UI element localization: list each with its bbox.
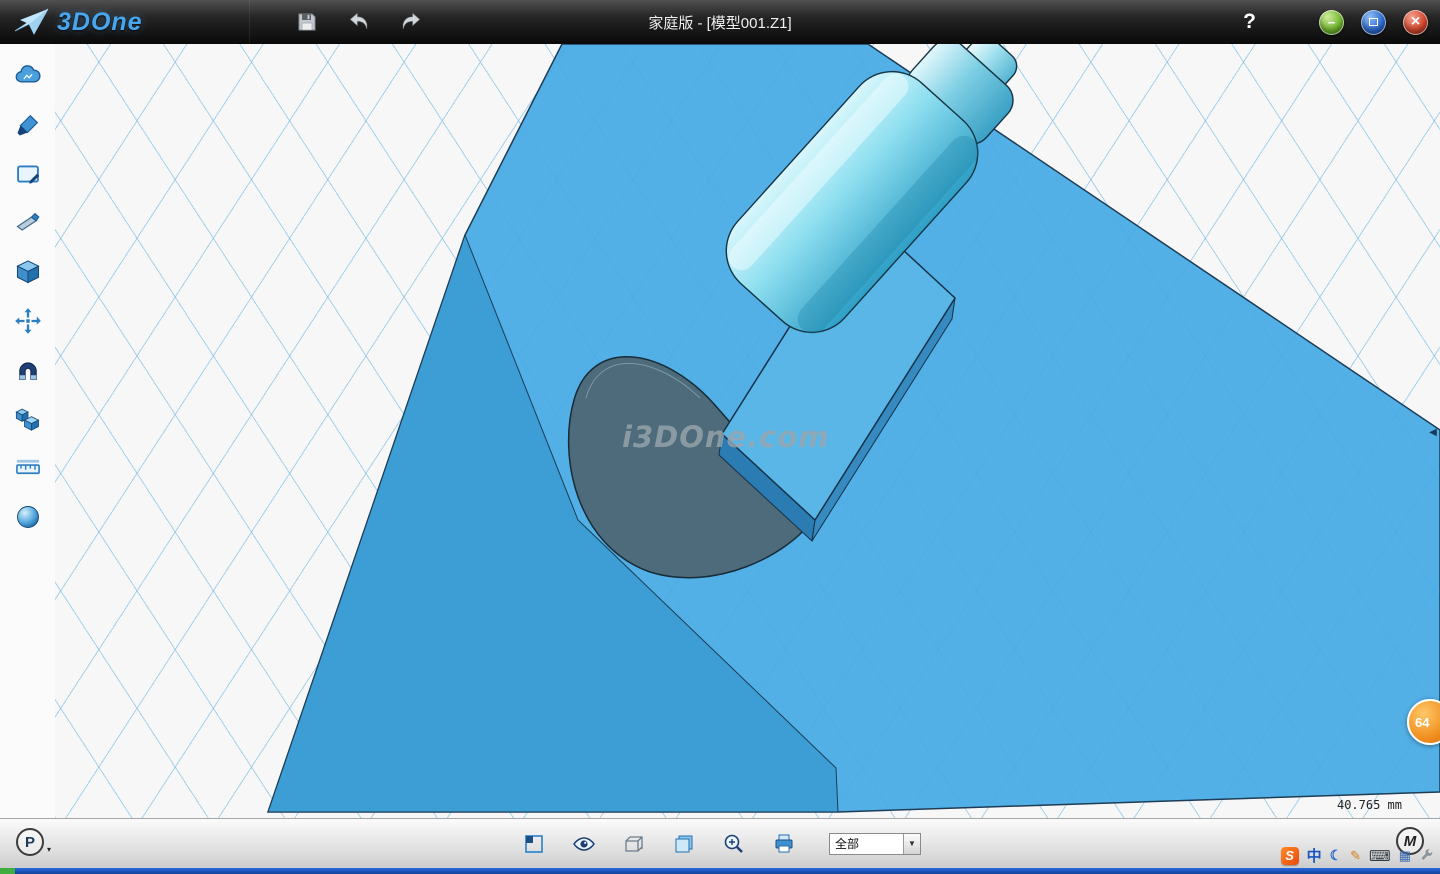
app-logo: 3DOne bbox=[0, 0, 250, 44]
sidebar-tool-render[interactable] bbox=[8, 56, 48, 96]
brush-icon bbox=[14, 111, 42, 139]
sidebar-tool-magnet[interactable] bbox=[8, 350, 48, 390]
solid-cube-icon bbox=[14, 258, 42, 286]
layers-icon bbox=[672, 832, 696, 856]
viewport-3d[interactable]: i3DOne.com 40.765 mm ◀ 64 bbox=[55, 44, 1440, 818]
title-bar: 3DOne bbox=[0, 0, 1440, 44]
sidebar-tool-assembly[interactable] bbox=[8, 399, 48, 439]
sidebar-tool-sphere[interactable] bbox=[8, 497, 48, 537]
sidebar-tool-solid[interactable] bbox=[8, 252, 48, 292]
layers-button[interactable] bbox=[669, 829, 699, 859]
sidebar-tool-sketch[interactable] bbox=[8, 154, 48, 194]
display-cube-icon bbox=[622, 832, 646, 856]
undo-button[interactable] bbox=[344, 7, 374, 37]
taskbar-strip bbox=[0, 868, 1440, 874]
filter-select[interactable]: 全部 ▼ bbox=[829, 833, 921, 855]
minimize-button[interactable]: − bbox=[1319, 10, 1344, 35]
filter-dropdown-caret-icon[interactable]: ▼ bbox=[903, 834, 920, 854]
restore-icon bbox=[1369, 18, 1378, 26]
sidebar-tool-trim[interactable] bbox=[8, 203, 48, 243]
save-icon bbox=[295, 10, 319, 34]
zoom-window-button[interactable] bbox=[719, 829, 749, 859]
sketch-rectangle-icon bbox=[14, 160, 42, 188]
visibility-button[interactable] bbox=[569, 829, 599, 859]
filter-select-value: 全部 bbox=[830, 835, 903, 852]
keyboard-icon[interactable]: ⌨ bbox=[1369, 847, 1391, 865]
view-tools: 全部 ▼ bbox=[519, 829, 921, 859]
ruler-icon bbox=[14, 454, 42, 482]
help-button[interactable]: ? bbox=[1243, 10, 1256, 34]
sphere-icon bbox=[14, 503, 42, 531]
ime-tray: S 中 ☾ ✎ ⌨ ▦ bbox=[1281, 845, 1434, 866]
panel-collapse-arrow-icon[interactable]: ◀ bbox=[1426, 418, 1440, 446]
measurement-readout: 40.765 mm bbox=[1337, 798, 1402, 812]
scene-3d[interactable]: i3DOne.com bbox=[55, 44, 1440, 818]
sogou-input-icon[interactable]: S bbox=[1281, 847, 1299, 865]
bottom-toolbar: P ▾ bbox=[0, 818, 1440, 868]
profile-button-group: P ▾ bbox=[16, 828, 51, 856]
fullwidth-moon-icon[interactable]: ☾ bbox=[1330, 847, 1343, 864]
handwriting-icon[interactable]: ✎ bbox=[1350, 848, 1361, 864]
datum-plane-icon bbox=[522, 832, 546, 856]
p-dropdown-caret-icon[interactable]: ▾ bbox=[47, 845, 51, 856]
datum-plane-button[interactable] bbox=[519, 829, 549, 859]
redo-icon bbox=[399, 10, 423, 34]
paper-plane-icon bbox=[14, 7, 50, 37]
save-button[interactable] bbox=[292, 7, 322, 37]
eye-icon bbox=[572, 832, 596, 856]
restore-button[interactable] bbox=[1361, 10, 1386, 35]
main-area: i3DOne.com 40.765 mm ◀ 64 bbox=[0, 44, 1440, 818]
cloud-icon bbox=[14, 62, 42, 90]
taskbar-blue-segment bbox=[15, 868, 1440, 874]
redo-button[interactable] bbox=[396, 7, 426, 37]
undo-icon bbox=[347, 10, 371, 34]
toolbox-icon[interactable]: ▦ bbox=[1399, 848, 1411, 864]
sidebar-tool-measure[interactable] bbox=[8, 448, 48, 488]
printer-icon bbox=[772, 832, 796, 856]
chinese-mode-icon[interactable]: 中 bbox=[1307, 845, 1322, 866]
sidebar-tool-move[interactable] bbox=[8, 301, 48, 341]
app-window: 3DOne bbox=[0, 0, 1440, 874]
tool-sidebar bbox=[0, 44, 55, 818]
assembly-boxes-icon bbox=[14, 405, 42, 433]
display-mode-button[interactable] bbox=[619, 829, 649, 859]
zoom-icon bbox=[722, 832, 746, 856]
app-name: 3DOne bbox=[57, 8, 143, 37]
close-button[interactable]: × bbox=[1403, 10, 1428, 35]
wrench-icon[interactable] bbox=[1419, 848, 1434, 863]
titlebar-actions bbox=[292, 7, 426, 37]
trim-knife-icon bbox=[14, 209, 42, 237]
magnet-icon bbox=[14, 356, 42, 384]
print-button[interactable] bbox=[769, 829, 799, 859]
p-mode-button[interactable]: P bbox=[16, 828, 44, 856]
sidebar-tool-brush[interactable] bbox=[8, 105, 48, 145]
watermark: i3DOne.com bbox=[622, 420, 830, 454]
move-arrows-icon bbox=[14, 307, 42, 335]
taskbar-green-segment bbox=[0, 868, 15, 874]
window-title: 家庭版 - [模型001.Z1] bbox=[648, 12, 791, 33]
titlebar-right: ? − × bbox=[1243, 10, 1440, 35]
